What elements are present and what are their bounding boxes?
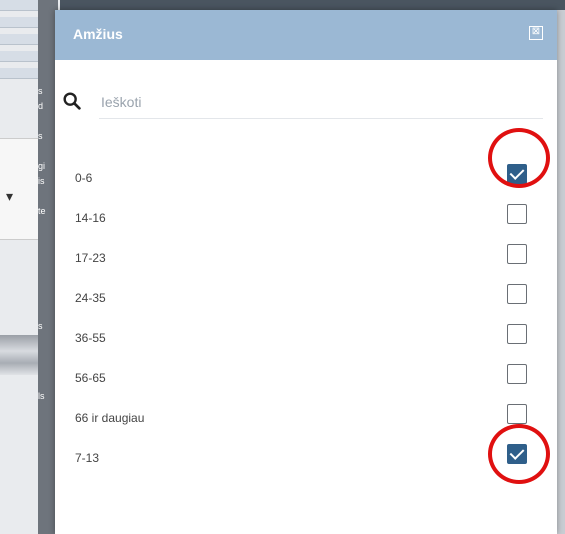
option-row[interactable]: 66 ir daugiau bbox=[55, 398, 557, 438]
background-text: s bbox=[38, 86, 43, 96]
annotation-circle bbox=[488, 128, 550, 188]
option-row[interactable]: 17-23 bbox=[55, 238, 557, 278]
options-list: 0-6 14-16 17-23 24-35 36-55 56-65 66 ir daugia… bbox=[55, 158, 557, 478]
background-text: gi bbox=[38, 161, 46, 171]
search-input[interactable] bbox=[99, 86, 543, 119]
search-row bbox=[55, 80, 557, 120]
option-row[interactable]: 14-16 bbox=[55, 198, 557, 238]
option-label: 17-23 bbox=[75, 251, 106, 265]
top-edge bbox=[0, 0, 565, 10]
option-label: 24-35 bbox=[75, 291, 106, 305]
dialog-title: Amžius bbox=[73, 26, 123, 42]
option-label: 66 ir daugiau bbox=[75, 411, 145, 425]
option-label: 7-13 bbox=[75, 451, 100, 465]
option-row[interactable]: 0-6 bbox=[55, 158, 557, 198]
option-label: 0-6 bbox=[75, 171, 93, 185]
search-icon bbox=[63, 92, 81, 110]
option-checkbox[interactable] bbox=[507, 244, 527, 264]
background-text: is bbox=[38, 176, 45, 186]
option-checkbox[interactable] bbox=[507, 324, 527, 344]
close-icon[interactable]: ⊠ bbox=[529, 26, 543, 40]
option-row[interactable]: 36-55 bbox=[55, 318, 557, 358]
option-row[interactable]: 7-13 bbox=[55, 438, 557, 478]
background-text: d bbox=[38, 101, 44, 111]
option-label: 56-65 bbox=[75, 371, 106, 385]
background-rows bbox=[0, 0, 40, 110]
background-dropdown-arrow: ▾ bbox=[6, 188, 14, 204]
background-text: s bbox=[38, 321, 43, 331]
annotation-circle bbox=[488, 424, 550, 484]
option-row[interactable]: 56-65 bbox=[55, 358, 557, 398]
background-text: s bbox=[38, 131, 43, 141]
option-label: 14-16 bbox=[75, 211, 106, 225]
option-label: 36-55 bbox=[75, 331, 106, 345]
option-checkbox[interactable] bbox=[507, 204, 527, 224]
dialog-header: Amžius ⊠ bbox=[55, 10, 557, 60]
option-checkbox[interactable] bbox=[507, 404, 527, 424]
option-row[interactable]: 24-35 bbox=[55, 278, 557, 318]
option-checkbox[interactable] bbox=[507, 364, 527, 384]
filter-dialog: Amžius ⊠ 0-6 14-16 17-23 24-35 36-55 56-65 66 … bbox=[55, 10, 557, 534]
background-text: ls bbox=[38, 391, 45, 401]
option-checkbox[interactable] bbox=[507, 284, 527, 304]
background-text: te bbox=[38, 206, 46, 216]
